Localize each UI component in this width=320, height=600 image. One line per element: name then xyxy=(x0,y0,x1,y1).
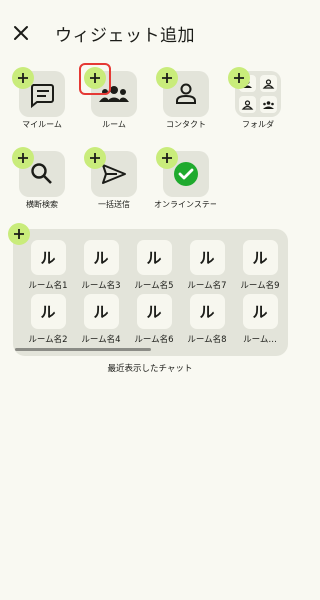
widget-label: オンラインステータス xyxy=(154,200,216,209)
app-header: ウィジェット追加 xyxy=(0,0,300,64)
highlight-marker xyxy=(79,63,111,95)
room-avatar: ル xyxy=(189,294,225,329)
add-online-status-button[interactable] xyxy=(156,147,178,169)
horizontal-scrollbar[interactable] xyxy=(15,348,151,351)
room-name: ルーム名3 xyxy=(81,281,121,291)
add-folder-button[interactable] xyxy=(228,67,250,89)
recent-chat-widget[interactable]: ル ルーム名1 ル ルーム名3 ル ルーム名5 ル ルーム名7 ル ルーム名9 … xyxy=(13,229,288,356)
room-avatar: ル xyxy=(30,240,66,275)
plus-icon xyxy=(18,73,28,83)
plus-icon xyxy=(162,153,172,163)
room-item[interactable]: ル ルーム名7 xyxy=(181,240,233,291)
widget-label: マイルーム xyxy=(22,120,62,129)
room-item[interactable]: ル ルーム名5 xyxy=(128,240,180,291)
room-name: ルーム名4 xyxy=(81,335,121,345)
room-avatar: ル xyxy=(189,240,225,275)
room-item[interactable]: ル ルーム名4 xyxy=(75,294,127,345)
room-name: ルーム名8 xyxy=(187,335,227,345)
widget-label: 横断検索 xyxy=(26,200,58,209)
room-name: ルーム名2 xyxy=(28,335,68,345)
room-item[interactable]: ル ルーム名6 xyxy=(128,294,180,345)
close-icon[interactable] xyxy=(10,22,32,44)
plus-icon xyxy=(14,229,24,239)
add-recent-chat-button[interactable] xyxy=(8,223,30,245)
room-name: ルーム名7 xyxy=(187,281,227,291)
room-item[interactable]: ル ルーム名3 xyxy=(75,240,127,291)
room-name: ルーム名1 xyxy=(28,281,68,291)
room-name: ルーム名6 xyxy=(134,335,174,345)
plus-icon xyxy=(18,153,28,163)
room-avatar: ル xyxy=(136,240,172,275)
room-item[interactable]: ル ルーム名2 xyxy=(22,294,74,345)
room-name: ルーム名5 xyxy=(134,281,174,291)
add-my-room-button[interactable] xyxy=(12,67,34,89)
room-avatar: ル xyxy=(83,240,119,275)
widget-label: 一括送信 xyxy=(98,200,130,209)
add-contact-button[interactable] xyxy=(156,67,178,89)
widget-label: ルーム xyxy=(102,120,126,129)
widget-label: コンタクト xyxy=(166,120,206,129)
add-bulk-send-button[interactable] xyxy=(84,147,106,169)
room-item[interactable]: ル ルーム… xyxy=(234,294,286,345)
plus-icon xyxy=(162,73,172,83)
room-item[interactable]: ル ルーム名9 xyxy=(234,240,286,291)
add-cross-search-button[interactable] xyxy=(12,147,34,169)
page-title: ウィジェット追加 xyxy=(55,26,195,46)
room-item[interactable]: ル ルーム名1 xyxy=(22,240,74,291)
plus-icon xyxy=(234,73,244,83)
room-name: ルーム名9 xyxy=(240,281,280,291)
widget-label: フォルダ xyxy=(242,120,274,129)
room-avatar: ル xyxy=(83,294,119,329)
plus-icon xyxy=(90,153,100,163)
room-avatar: ル xyxy=(136,294,172,329)
recent-chat-caption: 最近表示したチャット xyxy=(107,364,193,374)
room-avatar: ル xyxy=(30,294,66,329)
room-avatar: ル xyxy=(242,294,278,329)
room-item[interactable]: ル ルーム名8 xyxy=(181,294,233,345)
room-name: ルーム… xyxy=(243,335,277,345)
room-avatar: ル xyxy=(242,240,278,275)
